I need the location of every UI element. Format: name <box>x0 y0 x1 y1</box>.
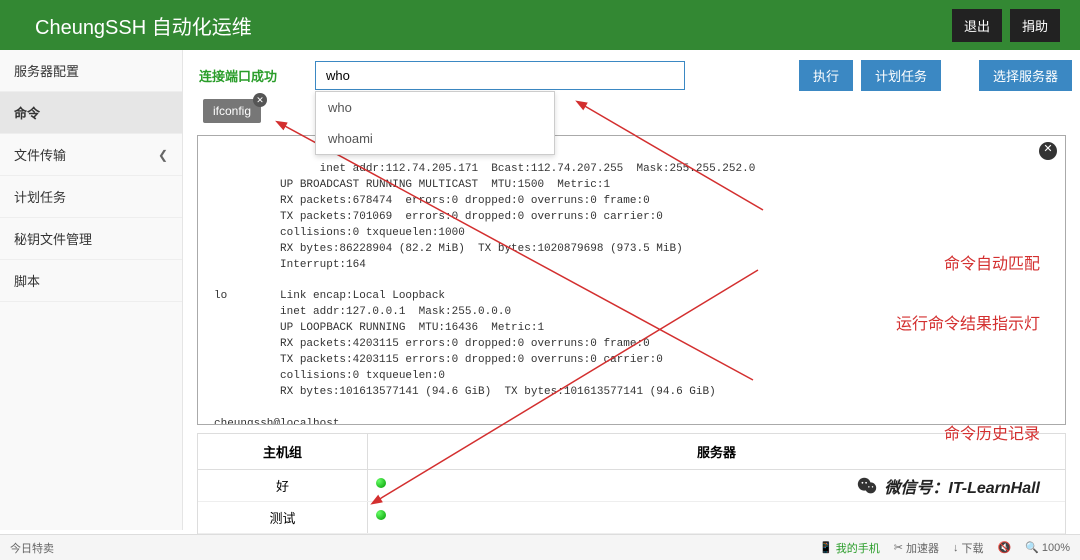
terminal-text: inet addr:112.74.205.171 Bcast:112.74.20… <box>214 163 755 425</box>
donate-button[interactable]: 捐助 <box>1010 9 1060 42</box>
sidebar-item-label: 文件传输 <box>14 145 66 164</box>
sidebar-item-scheduled[interactable]: 计划任务 <box>0 176 182 218</box>
logout-button[interactable]: 退出 <box>952 9 1002 42</box>
schedule-button[interactable]: 计划任务 <box>861 60 941 91</box>
brand-title: CheungSSH 自动化运维 <box>20 11 944 40</box>
sidebar-item-key-manage[interactable]: 秘钥文件管理 <box>0 218 182 260</box>
cell-group: 测试 <box>198 502 368 533</box>
history-tag-label: ifconfig <box>213 104 251 118</box>
wechat-icon <box>856 475 878 497</box>
status-phone[interactable]: 📱 我的手机 <box>819 540 880 556</box>
status-dot-icon <box>376 510 386 520</box>
sidebar-item-label: 脚本 <box>14 271 40 290</box>
top-header: CheungSSH 自动化运维 退出 捐助 <box>0 0 1080 50</box>
main-panel: 连接端口成功 who whoami 执行 计划任务 选择服务器 ifconfig… <box>183 50 1080 530</box>
status-dot-icon <box>376 478 386 488</box>
col-header-server: 服务器 <box>368 434 1065 469</box>
sidebar-item-server-config[interactable]: 服务器配置 <box>0 50 182 92</box>
sidebar-item-label: 秘钥文件管理 <box>14 229 92 248</box>
status-left: 今日特卖 <box>10 540 805 556</box>
sidebar-item-label: 服务器配置 <box>14 61 79 80</box>
history-tag[interactable]: ifconfig ✕ <box>203 99 261 123</box>
sidebar-item-command[interactable]: 命令 <box>0 92 182 134</box>
cell-status <box>368 502 1065 533</box>
wechat-watermark: 微信号：IT-LearnHall <box>856 474 1040 498</box>
suggestion-item[interactable]: whoami <box>316 123 554 154</box>
close-icon[interactable]: ✕ <box>1039 142 1057 160</box>
connection-status: 连接端口成功 <box>199 66 277 85</box>
sidebar-item-file-transfer[interactable]: 文件传输 ❮ <box>0 134 182 176</box>
status-mute[interactable]: 🔇 <box>997 541 1011 554</box>
terminal-output: ✕ inet addr:112.74.205.171 Bcast:112.74.… <box>197 135 1066 425</box>
command-input[interactable] <box>315 61 685 90</box>
sidebar-item-label: 计划任务 <box>14 187 66 206</box>
col-header-group: 主机组 <box>198 434 368 469</box>
execute-button[interactable]: 执行 <box>799 60 853 91</box>
chevron-left-icon: ❮ <box>158 148 168 162</box>
sidebar: 服务器配置 命令 文件传输 ❮ 计划任务 秘钥文件管理 脚本 <box>0 50 183 530</box>
status-accel[interactable]: ✂ 加速器 <box>894 540 939 556</box>
sidebar-item-label: 命令 <box>14 103 40 122</box>
select-server-button[interactable]: 选择服务器 <box>979 60 1072 91</box>
sidebar-item-script[interactable]: 脚本 <box>0 260 182 302</box>
status-download[interactable]: ↓ 下载 <box>953 540 984 556</box>
status-zoom[interactable]: 🔍 100% <box>1025 541 1070 554</box>
close-icon[interactable]: ✕ <box>253 93 267 107</box>
wechat-label: 微信号：IT-LearnHall <box>884 474 1040 498</box>
browser-statusbar: 今日特卖 📱 我的手机 ✂ 加速器 ↓ 下载 🔇 🔍 100% <box>0 534 1080 560</box>
suggestion-item[interactable]: who <box>316 92 554 123</box>
autocomplete-dropdown: who whoami <box>315 91 555 155</box>
table-row[interactable]: 测试 <box>198 502 1065 534</box>
cell-group: 好 <box>198 470 368 501</box>
